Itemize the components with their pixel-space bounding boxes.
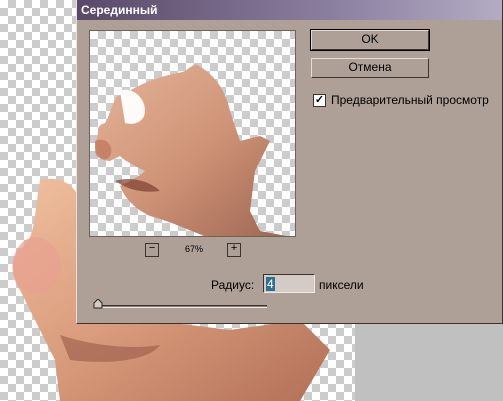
preview-checkbox[interactable]: ✓ [313, 93, 326, 107]
zoom-out-button[interactable]: − [145, 243, 159, 257]
ok-button[interactable]: OK [310, 29, 430, 51]
median-filter-dialog: Серединный − 67% + OK Отмена ✓ Предварит… [76, 0, 503, 324]
zoom-level: 67% [184, 244, 203, 254]
radius-slider-track[interactable] [94, 305, 267, 308]
dialog-title[interactable]: Серединный [77, 0, 502, 20]
preview-pane[interactable] [89, 30, 296, 237]
preview-checkbox-label: Предварительный просмотр [331, 93, 489, 107]
radius-input[interactable]: 4 [263, 274, 315, 293]
radius-value: 4 [266, 277, 275, 291]
slider-thumb-icon[interactable] [93, 299, 103, 309]
radius-label: Радиус: [211, 278, 255, 292]
zoom-in-button[interactable]: + [227, 243, 241, 257]
preview-checkbox-row[interactable]: ✓ Предварительный просмотр [313, 93, 489, 107]
cancel-button[interactable]: Отмена [311, 58, 429, 78]
preview-face-image [95, 64, 287, 236]
radius-units-label: пиксели [319, 278, 364, 292]
